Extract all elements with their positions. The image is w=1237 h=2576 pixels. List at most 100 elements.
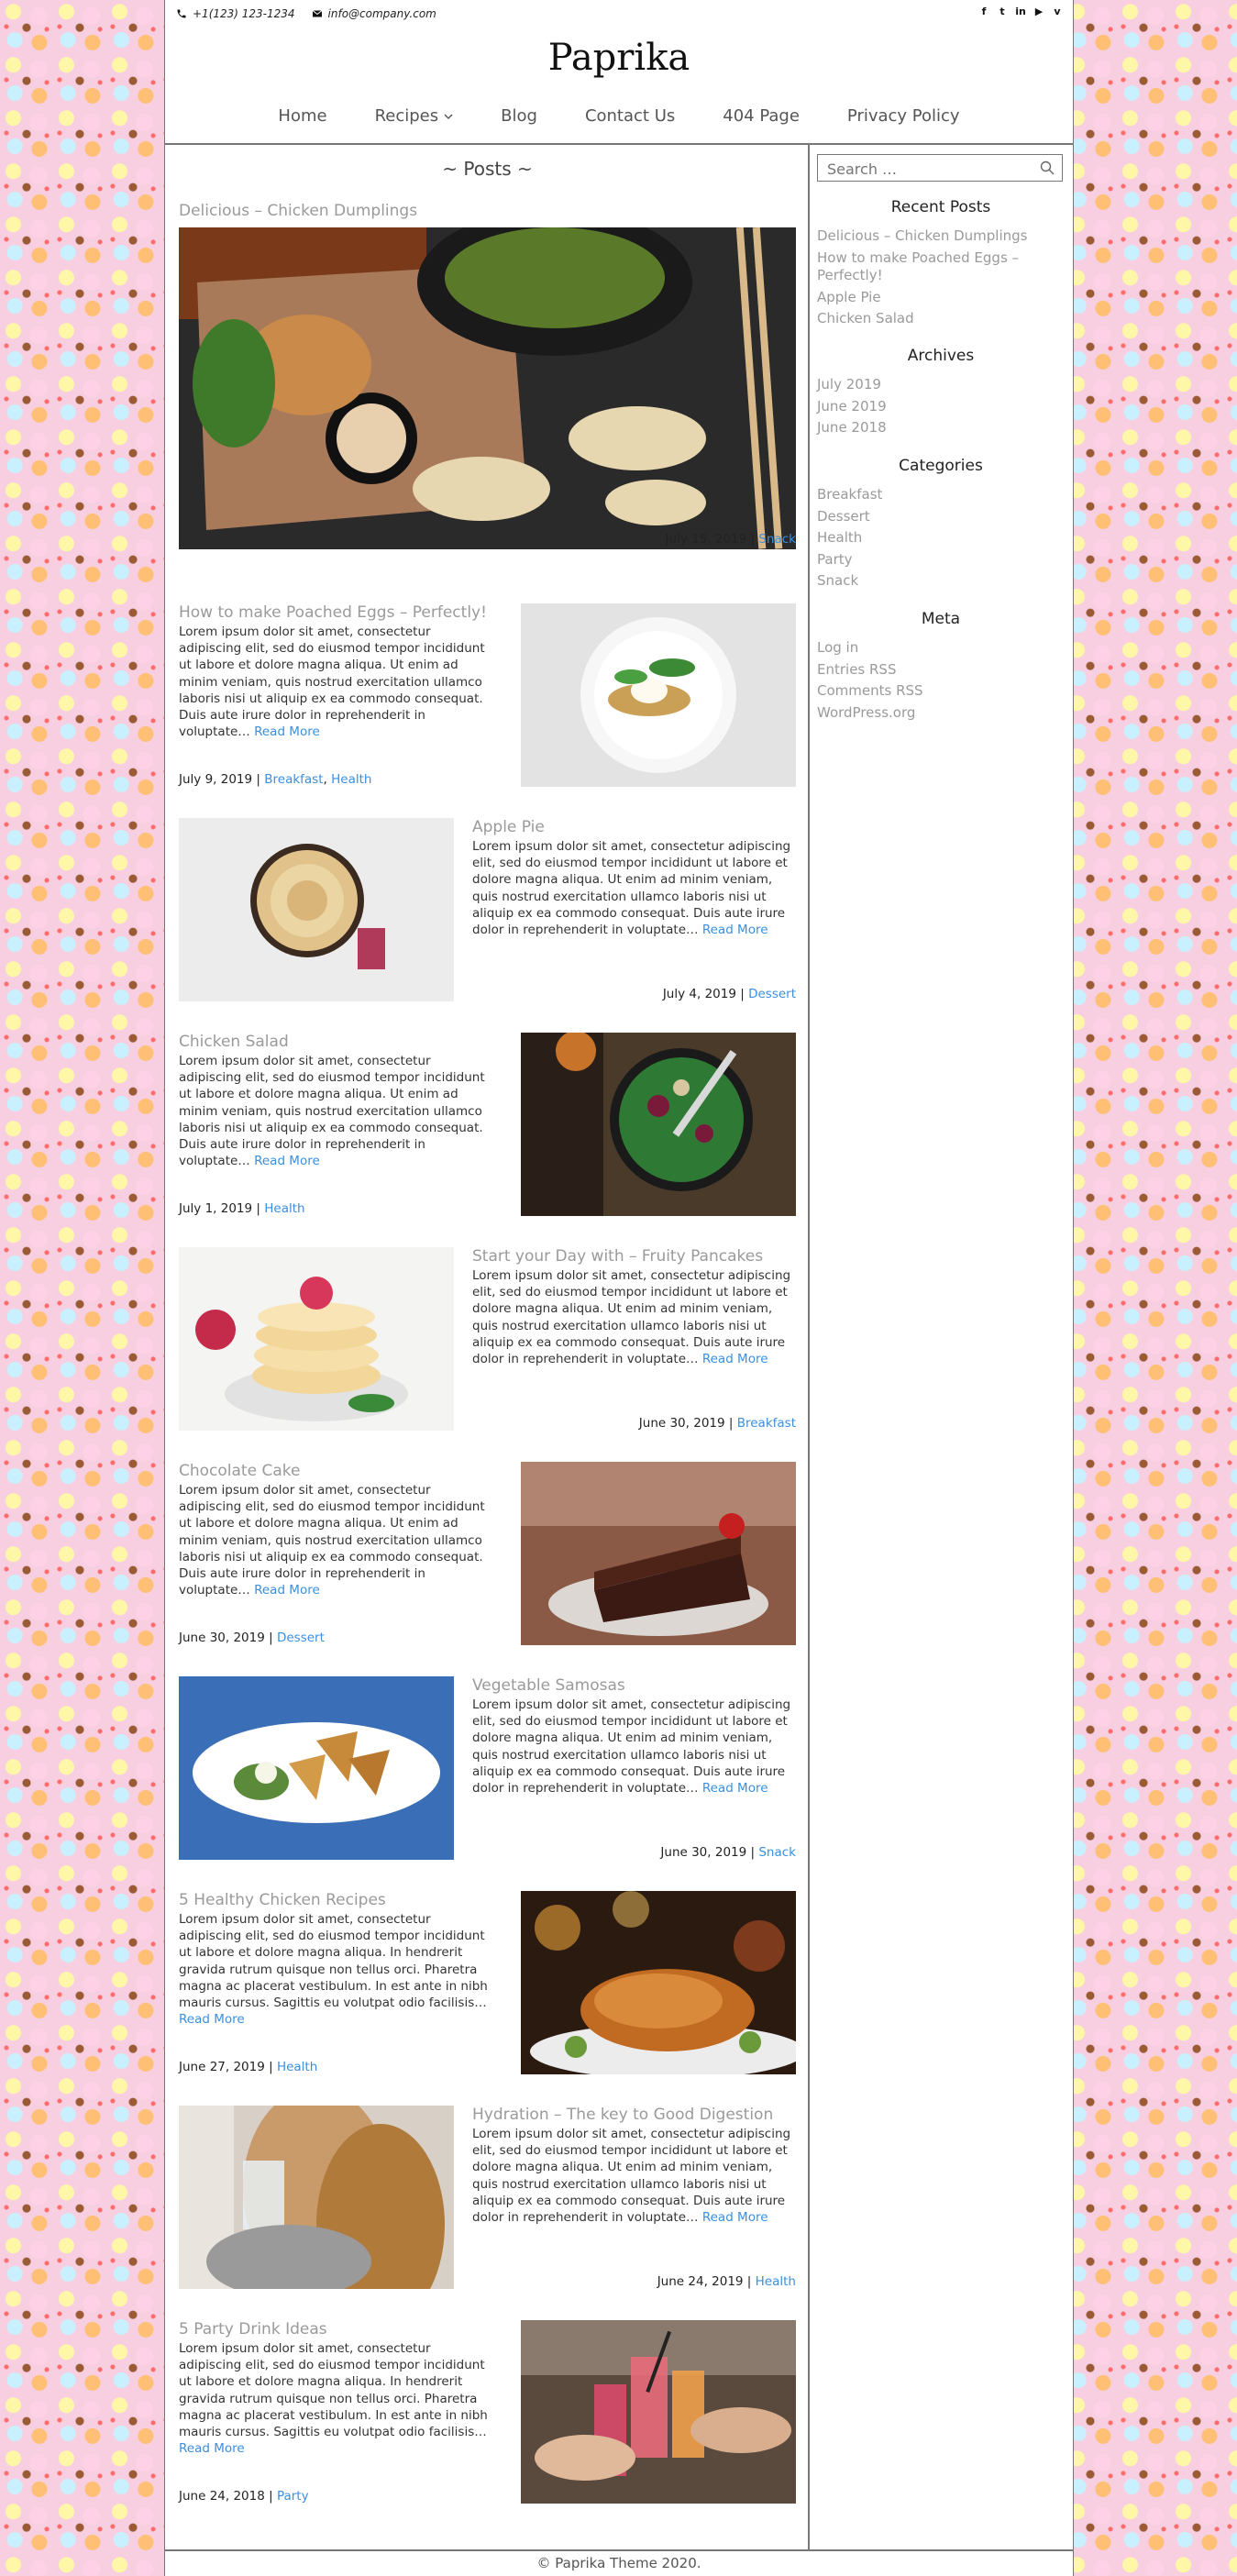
- post-category-link[interactable]: Health: [264, 1201, 304, 1216]
- post-title[interactable]: 5 Healthy Chicken Recipes: [179, 1891, 386, 1909]
- post-image[interactable]: [179, 1247, 454, 1431]
- header-divider: [165, 143, 1073, 145]
- email-address: info@company.com: [327, 7, 436, 20]
- read-more-link[interactable]: Read More: [702, 1352, 768, 1366]
- facebook-icon[interactable]: f: [977, 6, 990, 18]
- post-category-link[interactable]: Snack: [758, 532, 796, 547]
- recent-post-link[interactable]: How to make Poached Eggs – Perfectly!: [817, 248, 1065, 287]
- category-link[interactable]: Party: [817, 549, 1065, 571]
- read-more-link[interactable]: Read More: [702, 2210, 768, 2225]
- search-icon[interactable]: [1040, 160, 1055, 175]
- post-card: Hydration – The key to Good Digestion Lo…: [179, 2106, 796, 2298]
- meta-link[interactable]: Log in: [817, 637, 1065, 659]
- post-image[interactable]: [521, 1033, 796, 1216]
- nav-item-blog[interactable]: Blog: [501, 106, 537, 126]
- top-bar: +1(123) 123-1234 info@company.com f t in…: [165, 0, 1073, 28]
- post-card: Vegetable Samosas Lorem ipsum dolor sit …: [179, 1676, 796, 1869]
- recent-post-link[interactable]: Chicken Salad: [817, 308, 1065, 330]
- post-category-link[interactable]: Party: [277, 2489, 309, 2504]
- post-image[interactable]: [521, 1891, 796, 2074]
- phone-number: +1(123) 123-1234: [193, 7, 295, 20]
- post-title[interactable]: Vegetable Samosas: [472, 1676, 625, 1695]
- post-image[interactable]: [179, 2106, 454, 2289]
- meta-link[interactable]: Entries RSS: [817, 659, 1065, 681]
- post-meta: July 4, 2019 | Dessert: [662, 987, 796, 1001]
- nav-item-contact[interactable]: Contact Us: [585, 106, 675, 126]
- post-image[interactable]: [179, 227, 796, 549]
- meta-link[interactable]: Comments RSS: [817, 680, 1065, 702]
- post-title[interactable]: Delicious – Chicken Dumplings: [179, 202, 417, 220]
- post-meta: June 27, 2019 | Health: [179, 2060, 318, 2074]
- post-category-link[interactable]: Snack: [758, 1845, 796, 1860]
- category-link[interactable]: Dessert: [817, 506, 1065, 528]
- main-navigation: Home Recipes Blog Contact Us 404 Page Pr…: [165, 106, 1073, 126]
- category-link[interactable]: Snack: [817, 570, 1065, 592]
- phone-contact[interactable]: +1(123) 123-1234: [176, 7, 295, 20]
- post-card: Delicious – Chicken Dumplings July 15, 2…: [179, 202, 796, 569]
- post-date: July 9, 2019: [179, 772, 253, 787]
- nav-item-recipes[interactable]: Recipes: [375, 106, 454, 126]
- read-more-link[interactable]: Read More: [254, 1154, 320, 1168]
- post-category-link[interactable]: Health: [277, 2060, 317, 2074]
- post-title[interactable]: Start your Day with – Fruity Pancakes: [472, 1247, 763, 1266]
- post-category-link[interactable]: Health: [756, 2274, 796, 2289]
- post-card: Chicken Salad Lorem ipsum dolor sit amet…: [179, 1033, 796, 1225]
- email-contact[interactable]: info@company.com: [312, 7, 436, 20]
- post-excerpt-text: Lorem ipsum dolor sit amet, consectetur …: [179, 2341, 488, 2440]
- nav-item-404[interactable]: 404 Page: [723, 106, 800, 126]
- nav-item-privacy[interactable]: Privacy Policy: [847, 106, 960, 126]
- post-excerpt: Lorem ipsum dolor sit amet, consectetur …: [472, 2126, 796, 2226]
- category-link[interactable]: Breakfast: [817, 484, 1065, 506]
- widget-title: Categories: [899, 457, 983, 475]
- archive-link[interactable]: July 2019: [817, 374, 1065, 396]
- post-category-link[interactable]: Dessert: [748, 987, 796, 1001]
- post-title[interactable]: Chicken Salad: [179, 1033, 289, 1051]
- category-link[interactable]: Health: [817, 527, 1065, 549]
- post-title[interactable]: Chocolate Cake: [179, 1462, 300, 1480]
- site-title[interactable]: Paprika: [165, 37, 1073, 79]
- linkedin-icon[interactable]: in: [1014, 6, 1027, 18]
- recent-post-link[interactable]: Delicious – Chicken Dumplings: [817, 226, 1065, 248]
- archives-widget: Archives July 2019 June 2019 June 2018: [817, 347, 1065, 439]
- post-image[interactable]: [179, 1676, 454, 1860]
- post-title[interactable]: 5 Party Drink Ideas: [179, 2320, 327, 2338]
- read-more-link[interactable]: Read More: [254, 1583, 320, 1598]
- post-image[interactable]: [521, 603, 796, 787]
- post-category-link[interactable]: Breakfast: [737, 1416, 796, 1431]
- search-input[interactable]: [825, 160, 1031, 179]
- youtube-icon[interactable]: ▶: [1033, 6, 1045, 18]
- categories-widget: Categories Breakfast Dessert Health Part…: [817, 457, 1065, 592]
- archive-link[interactable]: June 2019: [817, 396, 1065, 418]
- post-excerpt-text: Lorem ipsum dolor sit amet, consectetur …: [179, 625, 485, 740]
- meta-link[interactable]: WordPress.org: [817, 702, 1065, 724]
- read-more-link[interactable]: Read More: [179, 2441, 245, 2456]
- archive-link[interactable]: June 2018: [817, 417, 1065, 439]
- read-more-link[interactable]: Read More: [179, 2012, 245, 2027]
- post-image[interactable]: [521, 2320, 796, 2504]
- post-category-link[interactable]: Health: [331, 772, 371, 787]
- post-title[interactable]: Apple Pie: [472, 818, 545, 836]
- post-title[interactable]: Hydration – The key to Good Digestion: [472, 2106, 773, 2124]
- post-meta: July 1, 2019 | Health: [179, 1201, 305, 1216]
- post-category-link[interactable]: Dessert: [277, 1631, 325, 1645]
- post-date: June 30, 2019: [179, 1631, 265, 1645]
- vimeo-icon[interactable]: v: [1051, 6, 1064, 18]
- post-title[interactable]: How to make Poached Eggs – Perfectly!: [179, 603, 487, 622]
- post-meta: June 24, 2018 | Party: [179, 2489, 309, 2504]
- post-excerpt: Lorem ipsum dolor sit amet, consectetur …: [179, 2340, 491, 2457]
- read-more-link[interactable]: Read More: [702, 1781, 768, 1796]
- post-date: June 30, 2019: [660, 1845, 747, 1860]
- post-image[interactable]: [521, 1462, 796, 1645]
- post-image[interactable]: [179, 818, 454, 1001]
- widget-title: Recent Posts: [890, 198, 991, 216]
- post-excerpt: Lorem ipsum dolor sit amet, consectetur …: [472, 838, 796, 938]
- twitter-icon[interactable]: t: [996, 6, 1009, 18]
- nav-item-home[interactable]: Home: [278, 106, 326, 126]
- post-card: How to make Poached Eggs – Perfectly! Lo…: [179, 603, 796, 796]
- post-meta: June 30, 2019 | Breakfast: [638, 1416, 796, 1431]
- recent-post-link[interactable]: Apple Pie: [817, 287, 1065, 309]
- read-more-link[interactable]: Read More: [702, 923, 768, 937]
- read-more-link[interactable]: Read More: [254, 724, 320, 739]
- post-category-link[interactable]: Breakfast: [264, 772, 323, 787]
- post-date: July 15, 2019: [665, 532, 747, 547]
